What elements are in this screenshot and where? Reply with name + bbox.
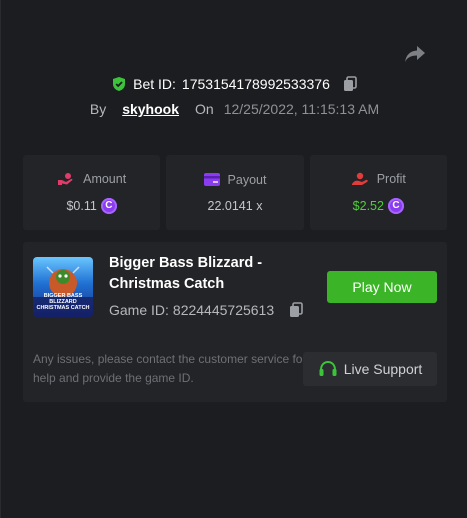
play-now-button[interactable]: Play Now: [327, 271, 437, 303]
profit-value: $2.52: [352, 198, 384, 213]
profit-icon: [351, 172, 368, 185]
game-id-row: Game ID: 8224445725613: [109, 302, 304, 318]
by-label: By: [89, 101, 107, 117]
profit-label: Profit: [376, 171, 406, 186]
game-card: BIGGER BASS BLIZZARD CHRISTMAS CATCH Big…: [23, 242, 447, 402]
verified-shield-icon: [113, 77, 126, 91]
stat-profit: Profit $2.52 C: [309, 155, 447, 230]
game-id-label: Game ID:: [109, 302, 169, 318]
bet-meta-row: By skyhook On 12/25/2022, 11:15:13 AM: [1, 99, 467, 119]
game-title[interactable]: Bigger Bass Blizzard - Christmas Catch: [109, 253, 309, 295]
bet-details-modal: Bet ID: 1753154178992533376 By skyhook O…: [0, 0, 467, 518]
coin-icon: C: [387, 197, 404, 214]
live-support-button[interactable]: Live Support: [303, 352, 437, 386]
game-thumbnail-text: BIGGER BASS BLIZZARD CHRISTMAS CATCH: [36, 293, 90, 311]
coin-icon: C: [100, 197, 117, 214]
user-link[interactable]: skyhook: [122, 101, 179, 117]
bet-id-label: Bet ID:: [133, 76, 176, 92]
live-support-label: Live Support: [343, 361, 423, 377]
stat-payout: Payout 22.0141 x: [166, 155, 304, 230]
amount-label: Amount: [83, 171, 127, 186]
on-label: On: [195, 101, 214, 117]
payout-card-icon: [203, 173, 220, 186]
stat-amount: Amount $0.11 C: [23, 155, 161, 230]
support-notice: Any issues, please contact the customer …: [33, 352, 307, 385]
bet-id-value: 1753154178992533376: [181, 76, 330, 92]
amount-value: $0.11: [66, 198, 97, 213]
payout-value: 22.0141 x: [207, 198, 263, 213]
copy-game-id-icon[interactable]: [288, 302, 304, 318]
amount-icon: [58, 172, 73, 185]
headset-icon: [319, 360, 337, 376]
game-id-value: 8224445725613: [172, 302, 275, 318]
share-icon[interactable]: [403, 44, 427, 64]
copy-bet-id-icon[interactable]: [342, 76, 358, 92]
bet-id-row: Bet ID: 1753154178992533376: [1, 74, 467, 94]
game-thumbnail[interactable]: BIGGER BASS BLIZZARD CHRISTMAS CATCH: [33, 257, 93, 317]
bet-stats: Amount $0.11 C Payout 22.0141 x Profit $…: [23, 155, 447, 230]
bet-datetime: 12/25/2022, 11:15:13 AM: [223, 101, 380, 117]
payout-label: Payout: [227, 172, 267, 187]
